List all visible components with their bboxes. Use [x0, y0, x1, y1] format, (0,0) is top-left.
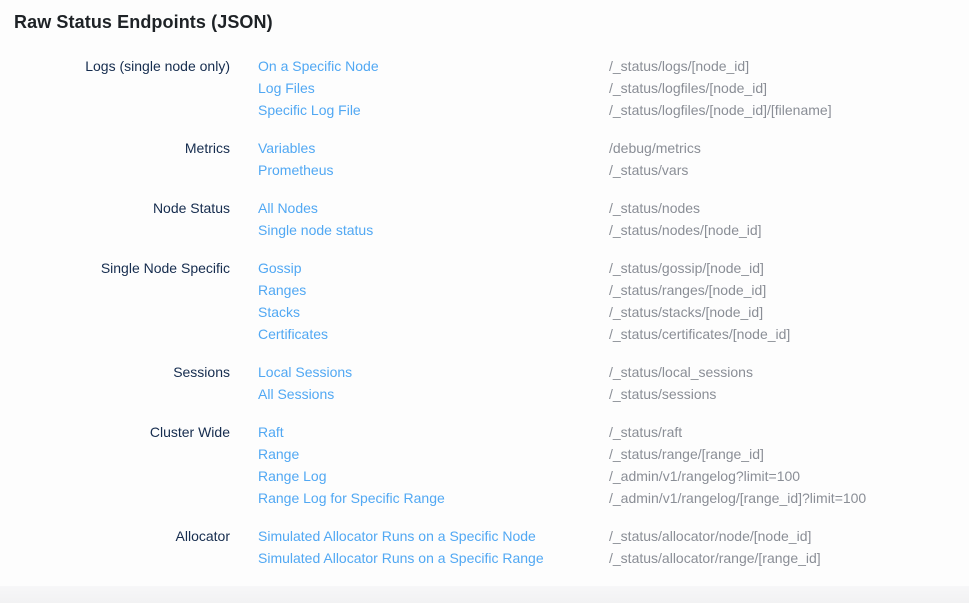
endpoint-link[interactable]: Range Log for Specific Range — [258, 487, 609, 509]
endpoint-link[interactable]: On a Specific Node — [258, 55, 609, 77]
endpoint-path: /debug/metrics — [609, 137, 701, 159]
endpoint-link[interactable]: Range — [258, 443, 609, 465]
endpoint-section: MetricsVariables/debug/metricsPrometheus… — [14, 137, 969, 181]
endpoint-section: Node StatusAll Nodes/_status/nodesSingle… — [14, 197, 969, 241]
endpoint-path: /_status/sessions — [609, 383, 716, 405]
endpoint-row: Certificates/_status/certificates/[node_… — [258, 323, 790, 345]
endpoint-section: Cluster WideRaft/_status/raftRange/_stat… — [14, 421, 969, 509]
endpoint-path: /_status/local_sessions — [609, 361, 753, 383]
footer-strip — [0, 586, 969, 603]
endpoint-link[interactable]: All Nodes — [258, 197, 609, 219]
endpoint-row: Range Log/_admin/v1/rangelog?limit=100 — [258, 465, 866, 487]
endpoint-path: /_admin/v1/rangelog?limit=100 — [609, 465, 800, 487]
endpoint-path: /_status/nodes — [609, 197, 700, 219]
endpoint-link[interactable]: Prometheus — [258, 159, 609, 181]
endpoint-row: Simulated Allocator Runs on a Specific N… — [258, 525, 821, 547]
endpoint-section: Single Node SpecificGossip/_status/gossi… — [14, 257, 969, 345]
endpoint-row: Range/_status/range/[range_id] — [258, 443, 866, 465]
endpoint-section: Logs (single node only)On a Specific Nod… — [14, 55, 969, 121]
endpoint-row: Prometheus/_status/vars — [258, 159, 701, 181]
endpoint-path: /_status/certificates/[node_id] — [609, 323, 790, 345]
section-rows: All Nodes/_status/nodesSingle node statu… — [258, 197, 762, 241]
section-rows: Local Sessions/_status/local_sessionsAll… — [258, 361, 753, 405]
section-category-label: Sessions — [14, 361, 258, 405]
endpoint-path: /_admin/v1/rangelog/[range_id]?limit=100 — [609, 487, 866, 509]
endpoint-row: Raft/_status/raft — [258, 421, 866, 443]
endpoint-section: SessionsLocal Sessions/_status/local_ses… — [14, 361, 969, 405]
endpoint-section: AllocatorSimulated Allocator Runs on a S… — [14, 525, 969, 569]
endpoint-row: Local Sessions/_status/local_sessions — [258, 361, 753, 383]
endpoint-row: Range Log for Specific Range/_admin/v1/r… — [258, 487, 866, 509]
endpoint-path: /_status/nodes/[node_id] — [609, 219, 762, 241]
endpoint-path: /_status/logs/[node_id] — [609, 55, 749, 77]
endpoint-link[interactable]: Specific Log File — [258, 99, 609, 121]
endpoint-link[interactable]: Local Sessions — [258, 361, 609, 383]
endpoint-row: Gossip/_status/gossip/[node_id] — [258, 257, 790, 279]
endpoint-path: /_status/gossip/[node_id] — [609, 257, 764, 279]
endpoint-path: /_status/logfiles/[node_id]/[filename] — [609, 99, 832, 121]
section-category-label: Metrics — [14, 137, 258, 181]
endpoint-path: /_status/ranges/[node_id] — [609, 279, 766, 301]
endpoint-link[interactable]: All Sessions — [258, 383, 609, 405]
endpoint-link[interactable]: Range Log — [258, 465, 609, 487]
endpoint-link[interactable]: Certificates — [258, 323, 609, 345]
endpoint-path: /_status/allocator/range/[range_id] — [609, 547, 821, 569]
section-rows: Raft/_status/raftRange/_status/range/[ra… — [258, 421, 866, 509]
section-rows: Simulated Allocator Runs on a Specific N… — [258, 525, 821, 569]
endpoint-row: Specific Log File/_status/logfiles/[node… — [258, 99, 832, 121]
section-rows: On a Specific Node/_status/logs/[node_id… — [258, 55, 832, 121]
section-category-label: Logs (single node only) — [14, 55, 258, 121]
endpoint-link[interactable]: Single node status — [258, 219, 609, 241]
endpoint-link[interactable]: Ranges — [258, 279, 609, 301]
section-category-label: Node Status — [14, 197, 258, 241]
endpoint-row: Stacks/_status/stacks/[node_id] — [258, 301, 790, 323]
endpoint-row: All Sessions/_status/sessions — [258, 383, 753, 405]
endpoint-path: /_status/stacks/[node_id] — [609, 301, 763, 323]
endpoint-link[interactable]: Simulated Allocator Runs on a Specific N… — [258, 525, 609, 547]
section-rows: Variables/debug/metricsPrometheus/_statu… — [258, 137, 701, 181]
endpoint-row: Simulated Allocator Runs on a Specific R… — [258, 547, 821, 569]
debug-endpoints-page: Raw Status Endpoints (JSON) Logs (single… — [0, 0, 969, 586]
endpoint-row: All Nodes/_status/nodes — [258, 197, 762, 219]
endpoint-row: Single node status/_status/nodes/[node_i… — [258, 219, 762, 241]
endpoint-path: /_status/logfiles/[node_id] — [609, 77, 767, 99]
endpoint-row: Ranges/_status/ranges/[node_id] — [258, 279, 790, 301]
endpoint-link[interactable]: Gossip — [258, 257, 609, 279]
endpoint-link[interactable]: Stacks — [258, 301, 609, 323]
endpoint-path: /_status/range/[range_id] — [609, 443, 764, 465]
endpoint-row: On a Specific Node/_status/logs/[node_id… — [258, 55, 832, 77]
endpoint-row: Variables/debug/metrics — [258, 137, 701, 159]
endpoint-link[interactable]: Variables — [258, 137, 609, 159]
endpoint-path: /_status/allocator/node/[node_id] — [609, 525, 811, 547]
section-category-label: Cluster Wide — [14, 421, 258, 509]
page-title: Raw Status Endpoints (JSON) — [14, 10, 969, 34]
endpoint-link[interactable]: Simulated Allocator Runs on a Specific R… — [258, 547, 609, 569]
endpoint-row: Log Files/_status/logfiles/[node_id] — [258, 77, 832, 99]
endpoint-path: /_status/raft — [609, 421, 682, 443]
section-rows: Gossip/_status/gossip/[node_id]Ranges/_s… — [258, 257, 790, 345]
endpoint-path: /_status/vars — [609, 159, 688, 181]
section-category-label: Allocator — [14, 525, 258, 569]
endpoint-link[interactable]: Raft — [258, 421, 609, 443]
section-category-label: Single Node Specific — [14, 257, 258, 345]
endpoints-list: Logs (single node only)On a Specific Nod… — [14, 55, 969, 569]
endpoint-link[interactable]: Log Files — [258, 77, 609, 99]
